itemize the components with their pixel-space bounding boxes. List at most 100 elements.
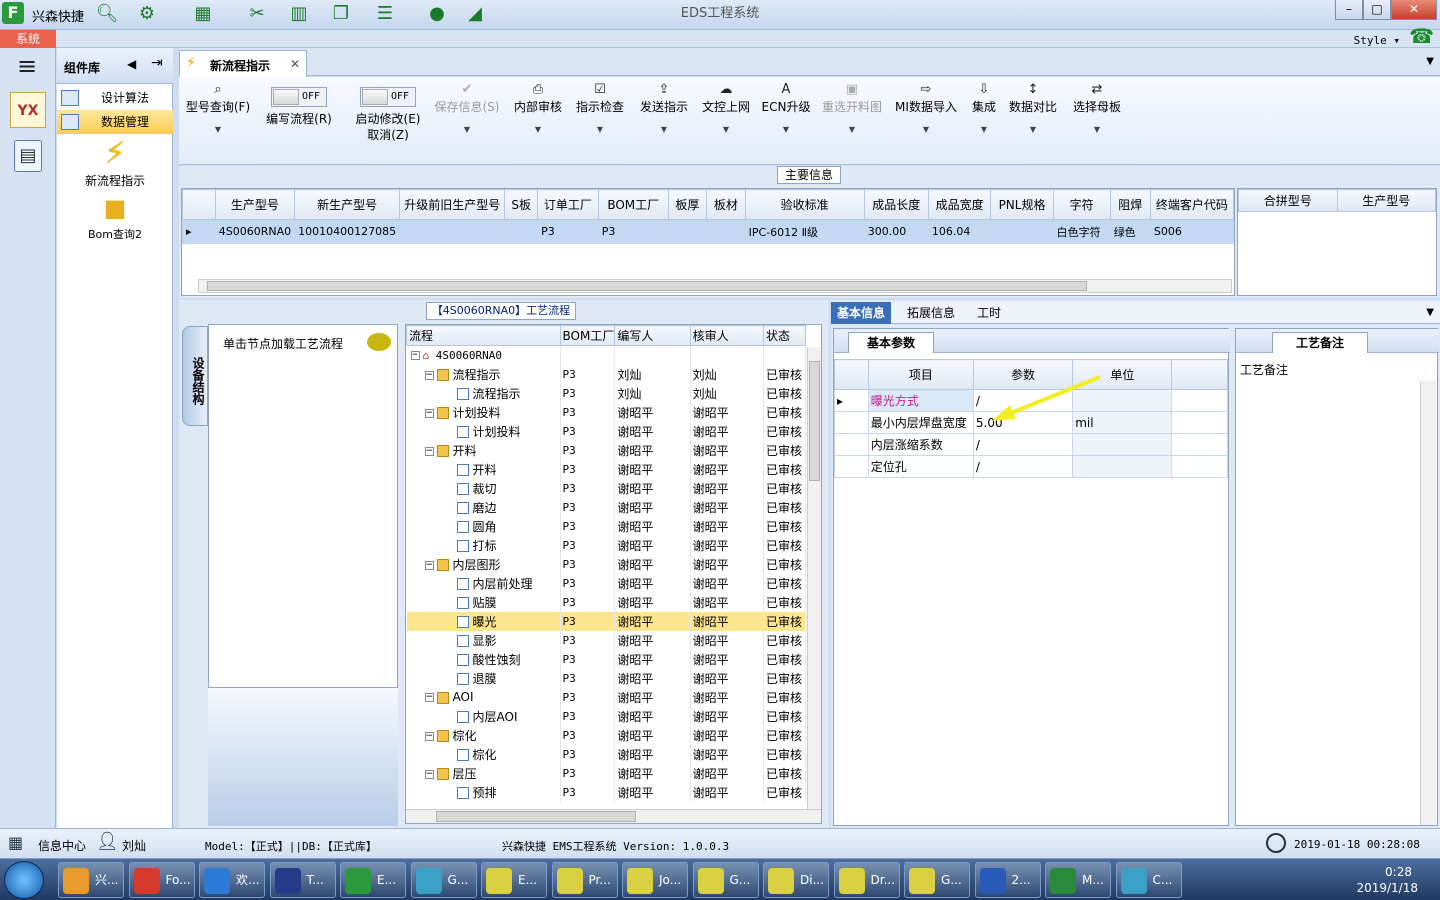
- collapse-icon[interactable]: −: [424, 446, 434, 456]
- toolbar-button-12[interactable]: ↕ 数据对比 ▼: [1007, 81, 1059, 134]
- collapse-icon[interactable]: −: [424, 370, 434, 380]
- table-cell[interactable]: 300.00: [863, 219, 929, 244]
- taskbar-app[interactable]: Pr...: [551, 862, 618, 898]
- chevron-down-icon[interactable]: ▼: [183, 125, 253, 134]
- column-header[interactable]: BOM工厂: [559, 325, 616, 346]
- tree-row[interactable]: 打标 P3 谢昭平 谢昭平 已审核: [406, 535, 806, 555]
- toolbar-button-4[interactable]: ⎙ 内部审核 ▼: [511, 81, 565, 134]
- system-tab[interactable]: 系统: [0, 30, 56, 48]
- column-header[interactable]: 板厚: [667, 189, 708, 220]
- lightning-icon[interactable]: ⚡: [57, 136, 173, 171]
- column-header[interactable]: 升级前旧生产型号: [399, 189, 506, 220]
- param-value-cell[interactable]: /: [972, 455, 1074, 478]
- tab-extended-info[interactable]: 拓展信息: [901, 302, 961, 324]
- column-header[interactable]: 项目: [867, 359, 974, 390]
- column-header[interactable]: 合拼型号: [1238, 189, 1338, 212]
- table-cell[interactable]: IPC-6012 Ⅱ级: [744, 219, 865, 244]
- tree-row[interactable]: − 开料 P3 谢昭平 谢昭平 已审核: [406, 440, 806, 460]
- toggle-switch[interactable]: OFF: [360, 87, 416, 107]
- tree-row[interactable]: 预排 P3 谢昭平 谢昭平 已审核: [406, 782, 806, 802]
- toolbar-button-9[interactable]: ▣ 重选开料图 ▼: [819, 81, 885, 134]
- phone-icon[interactable]: ☎: [1409, 24, 1434, 48]
- taskbar-app[interactable]: Fo...: [128, 862, 195, 898]
- info-center-label[interactable]: 信息中心: [38, 837, 86, 854]
- taskbar-app[interactable]: E...: [481, 862, 547, 898]
- grid-icon[interactable]: ▦: [8, 833, 23, 852]
- table-cell[interactable]: 白色字符: [1052, 219, 1111, 244]
- column-header[interactable]: 字符: [1052, 189, 1111, 220]
- table-cell[interactable]: [399, 219, 506, 244]
- tree-row[interactable]: − 棕化 P3 谢昭平 谢昭平 已审核: [406, 725, 806, 745]
- collapse-icon[interactable]: −: [424, 408, 434, 418]
- horizontal-scrollbar[interactable]: [406, 809, 821, 823]
- taskbar-app[interactable]: G...: [904, 862, 970, 898]
- tree-row[interactable]: 裁切 P3 谢昭平 谢昭平 已审核: [406, 478, 806, 498]
- tab-process-memo[interactable]: 工艺备注: [1272, 332, 1368, 353]
- table-row[interactable]: 定位孔 /: [834, 455, 1228, 478]
- column-header[interactable]: 成品长度: [863, 189, 929, 220]
- device-structure-tab[interactable]: 设备结构: [182, 326, 208, 426]
- tree-row[interactable]: 内层前处理 P3 谢昭平 谢昭平 已审核: [406, 573, 806, 593]
- lib-item-design-algorithm[interactable]: 设计算法: [57, 86, 173, 110]
- toolbar-button-11[interactable]: ⇩ 集成 ▼: [967, 81, 1001, 134]
- folder-icon[interactable]: ■: [57, 194, 173, 222]
- toolbar-button-1[interactable]: OFF 编写流程(R): [259, 81, 339, 127]
- tray-date[interactable]: 2019/1/18: [1356, 881, 1418, 895]
- collapse-icon[interactable]: −: [424, 560, 434, 570]
- chevron-down-icon[interactable]: ▼: [1426, 307, 1434, 318]
- column-header[interactable]: 验收标准: [744, 189, 865, 220]
- tab-basic-params[interactable]: 基本参数: [848, 332, 934, 353]
- close-button[interactable]: ✕: [1391, 0, 1437, 20]
- toolbar-button-8[interactable]: A ECN升级 ▼: [761, 81, 811, 134]
- collapse-icon[interactable]: −: [410, 351, 420, 361]
- toolbar-button-6[interactable]: ⇪ 发送指示 ▼: [635, 81, 693, 134]
- table-cell[interactable]: [667, 219, 708, 244]
- calculator-icon[interactable]: ▤: [14, 140, 42, 172]
- tray-time[interactable]: 0:28: [1385, 865, 1412, 879]
- style-menu[interactable]: Style ▾: [1354, 34, 1400, 47]
- column-header[interactable]: 状态: [763, 325, 806, 346]
- tree-row[interactable]: − 计划投料 P3 谢昭平 谢昭平 已审核: [406, 402, 806, 422]
- chevron-down-icon[interactable]: ▼: [699, 125, 753, 134]
- toolbar-button-10[interactable]: ⇨ MI数据导入 ▼: [893, 81, 959, 134]
- pin-icon[interactable]: ⇥: [151, 55, 163, 71]
- table-cell[interactable]: S006: [1149, 219, 1235, 244]
- scrollbar-thumb[interactable]: [436, 811, 636, 822]
- column-header[interactable]: BOM工厂: [597, 189, 669, 220]
- tab-new-flow[interactable]: ⚡ 新流程指示 ✕: [179, 50, 307, 78]
- tree-row[interactable]: 贴膜 P3 谢昭平 谢昭平 已审核: [406, 592, 806, 612]
- chevron-down-icon[interactable]: ▼: [429, 125, 505, 134]
- tree-row[interactable]: 酸性蚀刻 P3 谢昭平 谢昭平 已审核: [406, 649, 806, 669]
- toolbar-button-13[interactable]: ⇄ 选择母板 ▼: [1071, 81, 1123, 134]
- column-header[interactable]: 阻焊: [1109, 189, 1151, 220]
- toolbar-button-5[interactable]: ☑ 指示检查 ▼: [573, 81, 627, 134]
- chevron-down-icon[interactable]: ▼: [511, 125, 565, 134]
- column-header[interactable]: 订单工厂: [537, 189, 599, 220]
- table-cell[interactable]: 10010400127085: [294, 219, 401, 244]
- chevron-down-icon[interactable]: ▼: [761, 125, 811, 134]
- tree-row[interactable]: 曝光 P3 谢昭平 谢昭平 已审核: [406, 611, 806, 631]
- column-header[interactable]: 成品宽度: [927, 189, 992, 220]
- chevron-down-icon[interactable]: ▼: [893, 125, 959, 134]
- table-cell[interactable]: 绿色: [1109, 219, 1151, 244]
- tree-row[interactable]: − 内层图形 P3 谢昭平 谢昭平 已审核: [406, 554, 806, 574]
- taskbar-app[interactable]: Jo...: [622, 862, 688, 898]
- column-header[interactable]: S板: [504, 189, 539, 220]
- collapse-left-icon[interactable]: ◀: [127, 57, 136, 71]
- param-value-cell[interactable]: /: [972, 433, 1074, 456]
- toolbar-button-7[interactable]: ☁ 文控上网 ▼: [699, 81, 753, 134]
- taskbar-app[interactable]: Di...: [763, 862, 829, 898]
- column-header[interactable]: 新生产型号: [294, 189, 401, 220]
- taskbar-app[interactable]: E...: [340, 862, 406, 898]
- taskbar-app[interactable]: Dr...: [833, 862, 900, 898]
- chevron-down-icon[interactable]: ▼: [1007, 125, 1059, 134]
- horizontal-scrollbar[interactable]: [198, 279, 1232, 293]
- minimize-button[interactable]: –: [1335, 0, 1363, 20]
- collapse-icon[interactable]: −: [424, 731, 434, 741]
- taskbar-app[interactable]: 2...: [974, 862, 1041, 898]
- table-cell[interactable]: 106.04: [927, 219, 992, 244]
- column-header[interactable]: 编写人: [614, 325, 691, 346]
- table-cell[interactable]: [990, 219, 1054, 244]
- tree-row[interactable]: − 流程指示 P3 刘灿 刘灿 已审核: [406, 364, 806, 384]
- tab-work-hours[interactable]: 工时: [971, 302, 1007, 324]
